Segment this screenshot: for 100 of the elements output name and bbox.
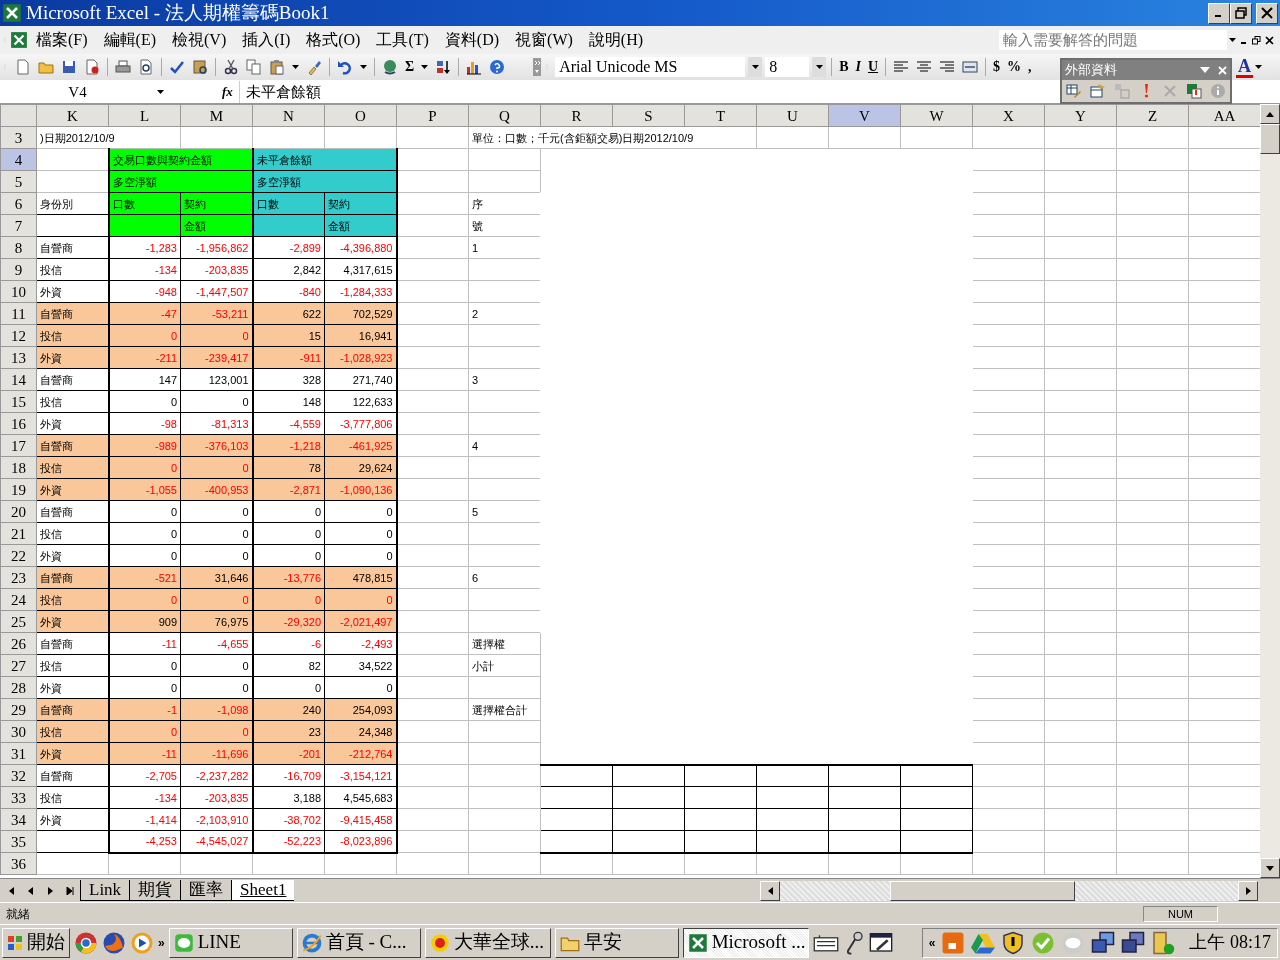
arrow-icon[interactable]: [1245, 886, 1251, 895]
column-header[interactable]: M: [180, 104, 253, 127]
copy-icon[interactable]: [246, 59, 262, 75]
comma-button[interactable]: ,: [1026, 58, 1034, 76]
column-header[interactable]: N: [252, 104, 325, 127]
column-header[interactable]: R: [540, 104, 613, 127]
font-size-field[interactable]: 8: [765, 57, 810, 77]
row-header[interactable]: 27: [0, 654, 37, 677]
column-header[interactable]: K: [36, 104, 109, 127]
taskbar-button[interactable]: LINE: [168, 927, 293, 958]
percent-button[interactable]: %: [1005, 58, 1024, 76]
arrow-icon[interactable]: [1266, 865, 1274, 871]
new-document-icon[interactable]: [15, 59, 31, 75]
taskbar-button[interactable]: Microsoft ...: [682, 927, 809, 958]
shield-icon[interactable]: [1001, 930, 1026, 955]
keyboard-icon[interactable]: [812, 932, 839, 953]
caret-icon[interactable]: [751, 65, 759, 69]
italic-button[interactable]: I: [853, 58, 863, 76]
column-header[interactable]: V: [828, 104, 901, 127]
sheet-tab[interactable]: Link: [80, 880, 130, 901]
row-header[interactable]: 23: [0, 566, 37, 589]
scroll-thumb[interactable]: [1260, 124, 1280, 154]
row-header[interactable]: 13: [0, 346, 37, 369]
menu-item[interactable]: 視窗(W): [507, 28, 581, 52]
column-header[interactable]: X: [972, 104, 1045, 127]
toolbar-options-icon[interactable]: [533, 58, 542, 76]
row-header[interactable]: 20: [0, 500, 37, 523]
column-header[interactable]: O: [324, 104, 397, 127]
column-header[interactable]: P: [396, 104, 469, 127]
align-right-icon[interactable]: [939, 59, 956, 75]
sheet-tab[interactable]: Sheet1: [231, 880, 295, 901]
menu-item[interactable]: 檔案(F): [28, 28, 96, 52]
taskbar-button[interactable]: 大華全球...: [424, 927, 551, 958]
row-header[interactable]: 19: [0, 478, 37, 501]
sheet-tab[interactable]: 期貨: [129, 880, 181, 901]
close-button[interactable]: [1256, 2, 1278, 24]
row-header[interactable]: 18: [0, 456, 37, 479]
horizontal-scrollbar[interactable]: [760, 880, 1258, 901]
scroll-left-button[interactable]: [760, 880, 780, 901]
font-name-field[interactable]: Arial Unicode MS: [555, 57, 746, 77]
align-left-icon[interactable]: [893, 59, 910, 75]
row-header[interactable]: 16: [0, 412, 37, 435]
arrow-icon[interactable]: [65, 886, 75, 895]
book-icon[interactable]: [192, 59, 208, 75]
font-color-button[interactable]: A: [1236, 56, 1253, 78]
document-icon[interactable]: [84, 59, 100, 75]
underline-button[interactable]: U: [865, 58, 881, 76]
row-header[interactable]: 11: [0, 302, 37, 325]
dropdown-button[interactable]: [748, 57, 763, 77]
row-header[interactable]: 33: [0, 786, 37, 809]
scroll-down-button[interactable]: [1260, 858, 1280, 878]
row-header[interactable]: 26: [0, 632, 37, 655]
row-header[interactable]: 34: [0, 808, 37, 831]
restore-button[interactable]: [1230, 2, 1252, 24]
printer-icon[interactable]: [115, 59, 131, 75]
currency-button[interactable]: $: [991, 58, 1003, 76]
network-icon[interactable]: [1091, 930, 1116, 955]
row-header[interactable]: 4: [0, 148, 37, 171]
arrow-icon[interactable]: [1266, 111, 1274, 117]
spell-check-icon[interactable]: [169, 59, 185, 75]
align-center-icon[interactable]: [916, 59, 933, 75]
row-header[interactable]: 15: [0, 390, 37, 413]
row-header[interactable]: 32: [0, 764, 37, 787]
sheet-tab[interactable]: 匯率: [180, 880, 232, 901]
row-header[interactable]: 10: [0, 280, 37, 303]
column-header[interactable]: Q: [468, 104, 541, 127]
bar-chart-icon[interactable]: [466, 59, 483, 75]
menu-item[interactable]: 檢視(V): [164, 28, 235, 52]
minimize-button[interactable]: [1208, 2, 1230, 24]
help-search-field[interactable]: 輸入需要解答的問題: [999, 30, 1227, 50]
browser-icon[interactable]: [102, 930, 126, 955]
column-header[interactable]: T: [684, 104, 757, 127]
scroll-right-button[interactable]: [1238, 880, 1258, 901]
row-header[interactable]: 14: [0, 368, 37, 391]
row-header[interactable]: 36: [0, 852, 37, 875]
row-header[interactable]: 17: [0, 434, 37, 457]
row-header[interactable]: 5: [0, 170, 37, 193]
row-header[interactable]: 8: [0, 236, 37, 259]
row-header[interactable]: 9: [0, 258, 37, 281]
row-header[interactable]: 24: [0, 588, 37, 611]
row-header[interactable]: 21: [0, 522, 37, 545]
column-header[interactable]: AA: [1188, 104, 1260, 127]
menu-item[interactable]: 插入(I): [234, 28, 299, 52]
globe-icon[interactable]: [382, 59, 398, 75]
menu-item[interactable]: 說明(H): [580, 28, 652, 52]
network-icon[interactable]: [1121, 930, 1146, 955]
window-pen-icon[interactable]: [868, 931, 893, 954]
help-icon[interactable]: [489, 59, 506, 75]
check-bubble-icon[interactable]: [1031, 930, 1056, 955]
column-header[interactable]: S: [612, 104, 685, 127]
dropdown-button[interactable]: [812, 57, 827, 77]
row-header[interactable]: 22: [0, 544, 37, 567]
name-box[interactable]: V4: [0, 80, 155, 103]
autosum-button[interactable]: Σ: [403, 58, 417, 76]
row-header[interactable]: 25: [0, 610, 37, 633]
spreadsheet-icon[interactable]: [10, 31, 28, 49]
restore-icon[interactable]: [1235, 7, 1247, 19]
menu-item[interactable]: 編輯(E): [95, 28, 164, 52]
menu-item[interactable]: 格式(O): [298, 28, 369, 52]
print-preview-icon[interactable]: [138, 59, 154, 75]
